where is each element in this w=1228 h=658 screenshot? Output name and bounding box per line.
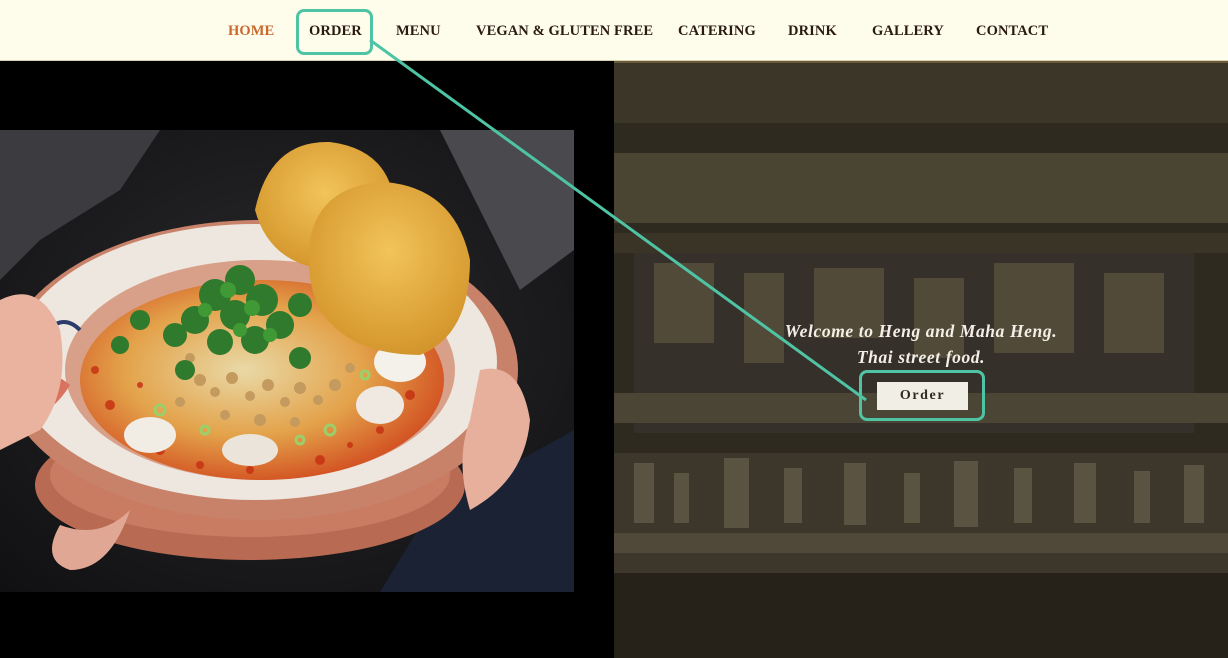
nav-catering[interactable]: CATERING [678, 23, 756, 40]
nav-contact[interactable]: CONTACT [976, 23, 1048, 40]
nav-order[interactable]: ORDER [309, 23, 362, 40]
welcome-line-1: Welcome to Heng and Maha Heng. [784, 321, 1058, 341]
noodle-bowl-illustration [0, 130, 574, 592]
nav-gallery[interactable]: GALLERY [872, 23, 944, 40]
hero-panel: Welcome to Heng and Maha Heng. Thai stre… [614, 61, 1228, 658]
nav-drink[interactable]: DRINK [788, 23, 837, 40]
order-button[interactable]: Order [877, 382, 968, 410]
nav-vegan-gluten-free[interactable]: VEGAN & GLUTEN FREE [476, 23, 653, 40]
nav-menu[interactable]: MENU [396, 23, 441, 40]
food-photo-panel [0, 61, 614, 656]
noodle-bowl-photo [0, 130, 574, 592]
nav-home[interactable]: HOME [228, 23, 274, 40]
top-navigation: HOME ORDER MENU VEGAN & GLUTEN FREE CATE… [0, 0, 1228, 61]
welcome-line-2: Thai street food. [856, 347, 986, 367]
